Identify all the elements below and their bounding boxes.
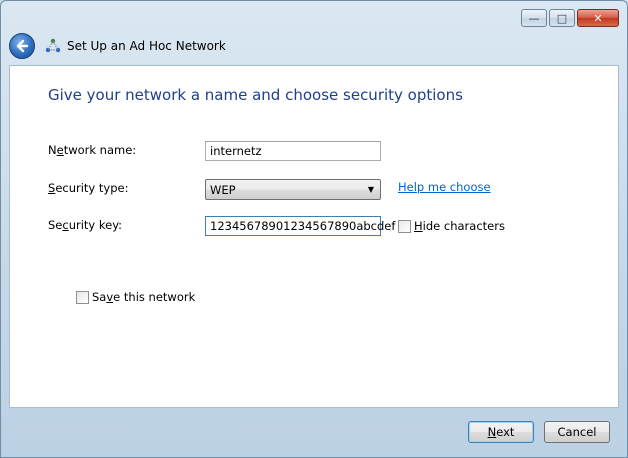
wizard-content: Give your network a name and choose secu… bbox=[9, 65, 619, 408]
security-type-label: Security type: bbox=[48, 181, 129, 195]
close-button[interactable]: ✕ bbox=[577, 9, 619, 27]
security-type-value: WEP bbox=[210, 182, 236, 197]
hide-characters-label: Hide characters bbox=[414, 219, 505, 233]
minimize-button[interactable]: — bbox=[521, 9, 547, 27]
cancel-button[interactable]: Cancel bbox=[544, 421, 610, 443]
wizard-footer: Next Cancel bbox=[1, 408, 627, 458]
next-button[interactable]: Next bbox=[468, 421, 534, 443]
back-arrow-icon bbox=[16, 39, 29, 53]
page-title: Give your network a name and choose secu… bbox=[48, 86, 463, 104]
ad-hoc-network-icon bbox=[45, 38, 61, 53]
network-name-input[interactable]: internetz bbox=[205, 141, 381, 161]
hide-characters-option[interactable]: Hide characters bbox=[398, 219, 505, 233]
wizard-window: — □ ✕ Set Up an Ad Hoc Network Give your… bbox=[0, 0, 628, 458]
help-me-choose-link[interactable]: Help me choose bbox=[398, 180, 491, 194]
window-controls: — □ ✕ bbox=[521, 9, 619, 27]
security-type-select[interactable]: WEP ▼ bbox=[205, 179, 381, 200]
wizard-header: Set Up an Ad Hoc Network bbox=[9, 31, 619, 61]
chevron-down-icon: ▼ bbox=[367, 185, 374, 194]
security-key-label: Security key: bbox=[48, 218, 123, 232]
save-network-checkbox[interactable] bbox=[76, 290, 89, 304]
network-name-label: Network name: bbox=[48, 143, 137, 157]
wizard-title: Set Up an Ad Hoc Network bbox=[67, 39, 226, 53]
maximize-button[interactable]: □ bbox=[549, 9, 575, 27]
security-key-input[interactable]: 12345678901234567890abcdef bbox=[205, 216, 395, 236]
save-network-label: Save this network bbox=[92, 290, 196, 304]
back-button[interactable] bbox=[9, 33, 35, 59]
save-network-option[interactable]: Save this network bbox=[76, 290, 195, 304]
hide-characters-checkbox[interactable] bbox=[398, 219, 411, 233]
